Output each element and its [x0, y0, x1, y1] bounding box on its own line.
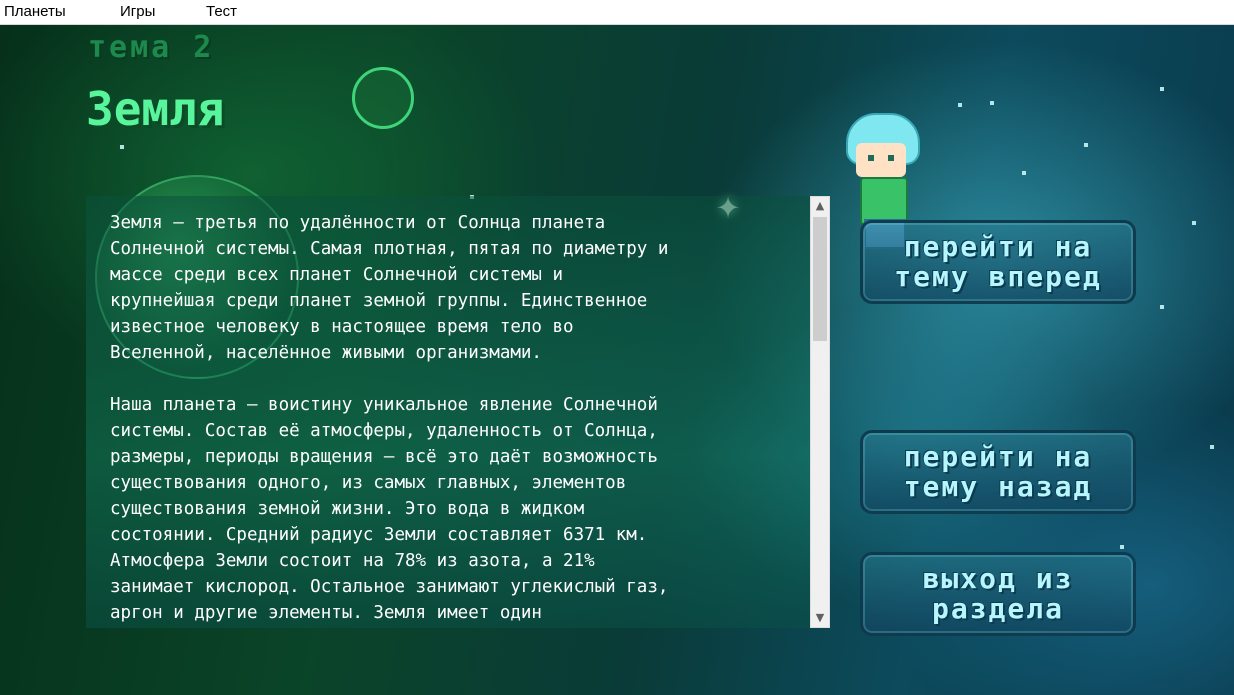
scroll-up-arrow-icon[interactable]: ▲ — [811, 197, 829, 215]
scrollbar-thumb[interactable] — [813, 217, 827, 341]
previous-topic-button[interactable]: перейти на тему назад — [860, 430, 1136, 514]
menu-bar: Планеты Игры Тест — [0, 0, 1234, 25]
next-topic-button[interactable]: перейти на тему вперед — [860, 220, 1136, 304]
character-body — [860, 177, 908, 225]
vertical-scrollbar[interactable]: ▲ ▼ — [810, 196, 830, 628]
text-panel[interactable]: Земля — третья по удалённости от Солнца … — [86, 196, 810, 628]
scroll-down-arrow-icon[interactable]: ▼ — [811, 609, 829, 627]
menu-item-test[interactable]: Тест — [202, 0, 286, 24]
menu-item-planets[interactable]: Планеты — [0, 0, 116, 24]
menu-item-games[interactable]: Игры — [116, 0, 202, 24]
page-title: Земля — [86, 82, 225, 136]
character-eye — [888, 155, 894, 161]
exit-section-button[interactable]: выход из раздела — [860, 552, 1136, 636]
topic-description-text: Земля — третья по удалённости от Солнца … — [110, 213, 669, 623]
character-eye — [868, 155, 874, 161]
topic-number-label: тема 2 — [88, 30, 215, 65]
character-face — [856, 143, 906, 177]
small-planet-decoration — [352, 67, 414, 129]
